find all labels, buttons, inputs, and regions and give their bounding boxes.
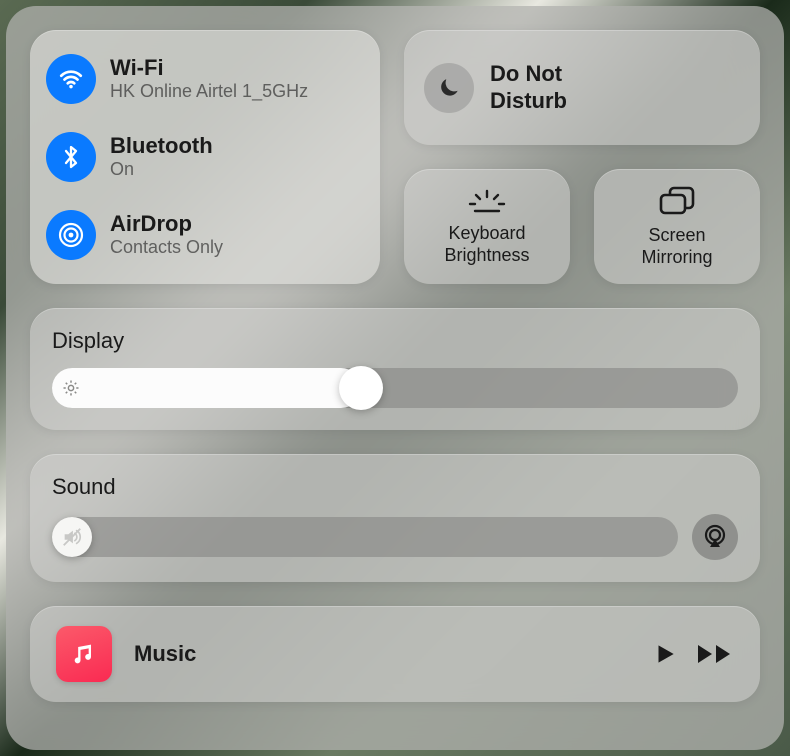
airplay-audio-button[interactable] xyxy=(692,514,738,560)
do-not-disturb-toggle[interactable]: Do Not Disturb xyxy=(404,30,760,145)
speaker-muted-icon xyxy=(52,517,92,557)
screen-mirroring-button[interactable]: Screen Mirroring xyxy=(594,169,760,284)
bluetooth-toggle[interactable]: Bluetooth On xyxy=(46,126,364,188)
airdrop-subtitle: Contacts Only xyxy=(110,237,223,259)
dnd-label: Do Not Disturb xyxy=(490,61,567,114)
screen-mirroring-icon xyxy=(657,185,697,217)
airdrop-title: AirDrop xyxy=(110,211,223,237)
display-brightness-slider[interactable] xyxy=(52,368,738,408)
keyboard-brightness-icon xyxy=(464,187,510,215)
bluetooth-subtitle: On xyxy=(110,159,213,181)
bluetooth-title: Bluetooth xyxy=(110,133,213,159)
sound-title: Sound xyxy=(52,474,738,500)
keyboard-brightness-label: Keyboard Brightness xyxy=(444,223,529,266)
play-button[interactable] xyxy=(652,641,678,667)
keyboard-brightness-button[interactable]: Keyboard Brightness xyxy=(404,169,570,284)
display-title: Display xyxy=(52,328,738,354)
forward-button[interactable] xyxy=(696,642,734,666)
control-center-panel: Wi-Fi HK Online Airtel 1_5GHz Bluetooth … xyxy=(6,6,784,750)
sound-card: Sound xyxy=(30,454,760,582)
music-app-icon xyxy=(56,626,112,682)
sun-icon xyxy=(62,379,80,397)
wifi-title: Wi-Fi xyxy=(110,55,308,81)
bluetooth-icon xyxy=(46,132,96,182)
wifi-subtitle: HK Online Airtel 1_5GHz xyxy=(110,81,308,103)
connectivity-tile: Wi-Fi HK Online Airtel 1_5GHz Bluetooth … xyxy=(30,30,380,284)
airdrop-toggle[interactable]: AirDrop Contacts Only xyxy=(46,204,364,266)
music-card[interactable]: Music xyxy=(30,606,760,702)
secondary-grid: Keyboard Brightness Screen Mirroring xyxy=(404,169,760,284)
wifi-icon xyxy=(46,54,96,104)
top-grid: Wi-Fi HK Online Airtel 1_5GHz Bluetooth … xyxy=(30,30,760,284)
music-controls xyxy=(652,641,734,667)
airplay-icon xyxy=(702,524,728,550)
music-title: Music xyxy=(134,641,630,667)
wifi-toggle[interactable]: Wi-Fi HK Online Airtel 1_5GHz xyxy=(46,48,364,110)
moon-icon xyxy=(424,63,474,113)
sound-volume-slider[interactable] xyxy=(52,517,678,557)
display-card: Display xyxy=(30,308,760,430)
airdrop-icon xyxy=(46,210,96,260)
screen-mirroring-label: Screen Mirroring xyxy=(641,225,712,268)
